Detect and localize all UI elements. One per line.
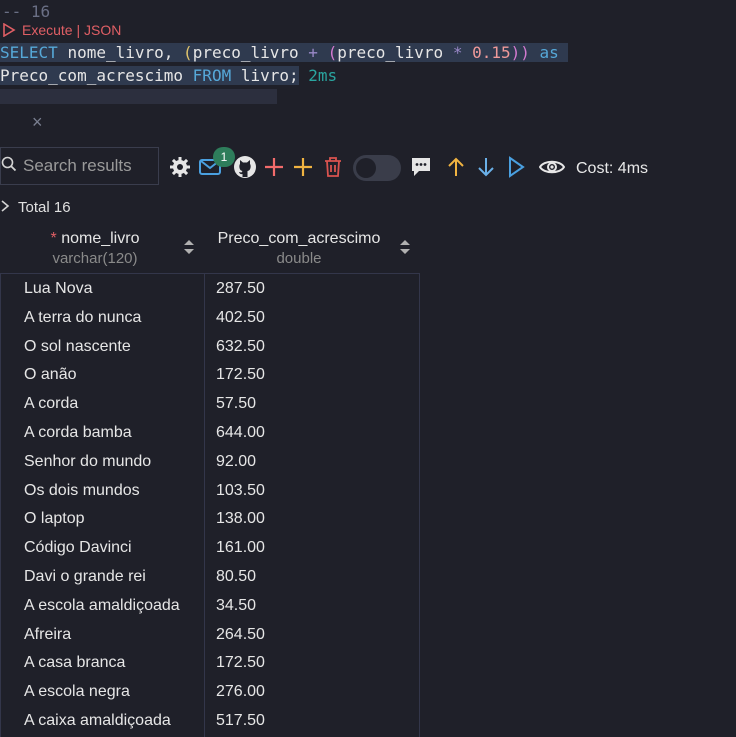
cell-nome-livro[interactable]: A casa branca [24,654,125,672]
table-row[interactable]: Código Davinci 161.00 [1,533,421,562]
close-icon[interactable]: × [32,112,43,133]
arrow-down-icon[interactable] [474,155,498,179]
table-row[interactable]: Os dois mundos 103.50 [1,476,421,505]
cell-nome-livro[interactable]: Código Davinci [24,539,132,557]
table-row[interactable]: A casa branca 172.50 [1,648,421,677]
notification-badge: 1 [213,147,235,167]
cell-preco[interactable]: 287.50 [216,280,265,298]
arrow-up-icon[interactable] [444,155,468,179]
cell-nome-livro[interactable]: A corda bamba [24,424,132,442]
cell-nome-livro[interactable]: O sol nascente [24,338,131,356]
cell-preco[interactable]: 103.50 [216,482,265,500]
cell-preco[interactable]: 276.00 [216,683,265,701]
result-count-comment: -- 16 [2,2,51,21]
table-row[interactable]: A escola negra 276.00 [1,677,421,706]
cell-preco[interactable]: 172.50 [216,366,265,384]
required-marker: * [50,230,57,247]
query-duration: 2ms [308,66,338,85]
run-icon[interactable] [504,155,528,179]
cell-nome-livro[interactable]: Lua Nova [24,280,93,298]
execute-json-link[interactable]: Execute | JSON [22,22,121,38]
comment-icon[interactable] [409,155,433,179]
play-icon [2,23,16,37]
total-row[interactable]: Total 16 [0,199,71,216]
cell-preco[interactable]: 80.50 [216,568,256,586]
cell-preco[interactable]: 57.50 [216,395,256,413]
plus-yellow-icon[interactable] [291,155,315,179]
cell-nome-livro[interactable]: A escola amaldiçoada [24,597,180,615]
cell-preco[interactable]: 517.50 [216,712,265,730]
sort-icon[interactable] [183,238,195,261]
column-type: varchar(120) [52,250,138,267]
table-row[interactable]: A corda bamba 644.00 [1,418,421,447]
table-row[interactable]: A escola amaldiçoada 34.50 [1,591,421,620]
cell-nome-livro[interactable]: Senhor do mundo [24,453,151,471]
query-line-1[interactable]: SELECT nome_livro, (preco_livro + (preco… [0,42,569,64]
table-header: * nome_livro varchar(120) Preco_com_acre… [0,227,420,273]
table-row[interactable]: A corda 57.50 [1,389,421,418]
cell-nome-livro[interactable]: Os dois mundos [24,482,140,500]
total-label: Total 16 [18,199,71,216]
query-line-2[interactable]: Preco_com_acrescimo FROM livro; 2ms [0,65,337,87]
cell-nome-livro[interactable]: A caixa amaldiçoada [24,712,171,730]
cell-preco[interactable]: 138.00 [216,510,265,528]
cell-nome-livro[interactable]: O laptop [24,510,84,528]
table-row[interactable]: O anão 172.50 [1,360,421,389]
cell-nome-livro[interactable]: O anão [24,366,76,384]
eye-icon[interactable] [538,155,566,179]
cell-preco[interactable]: 161.00 [216,539,265,557]
cell-nome-livro[interactable]: A corda [24,395,78,413]
cell-preco[interactable]: 172.50 [216,654,265,672]
sort-icon[interactable] [399,238,411,261]
table-row[interactable]: O laptop 138.00 [1,504,421,533]
table-row[interactable]: Senhor do mundo 92.00 [1,447,421,476]
column-header-nome-livro[interactable]: * nome_livro varchar(120) [0,230,190,267]
results-table: Lua Nova 287.50 A terra do nunca 402.50 O … [0,273,420,737]
cell-nome-livro[interactable]: A escola negra [24,683,130,701]
table-row[interactable]: A terra do nunca 402.50 [1,303,421,332]
search-input[interactable] [21,155,155,177]
table-row[interactable]: A caixa amaldiçoada 517.50 [1,706,421,735]
search-icon [1,156,17,177]
toggle-switch[interactable] [353,155,401,181]
cell-preco[interactable]: 402.50 [216,309,265,327]
table-row[interactable]: Lua Nova 287.50 [1,274,421,303]
cost-label: Cost: 4ms [576,160,649,177]
cell-nome-livro[interactable]: Afreira [24,626,71,644]
table-row[interactable]: Davi o grande rei 80.50 [1,562,421,591]
plus-red-icon[interactable] [262,155,286,179]
cell-preco[interactable]: 92.00 [216,453,256,471]
cell-nome-livro[interactable]: Davi o grande rei [24,568,146,586]
cell-preco[interactable]: 644.00 [216,424,265,442]
column-type: double [276,250,322,267]
selection-highlight [0,89,277,104]
chevron-right-icon[interactable] [0,199,10,216]
trash-icon[interactable] [321,155,345,179]
github-icon[interactable] [233,155,257,179]
gear-icon[interactable] [168,155,192,179]
execute-codelens[interactable]: Execute | JSON [2,22,121,38]
search-box[interactable] [0,147,159,185]
column-header-preco[interactable]: Preco_com_acrescimo double [204,230,394,267]
cell-preco[interactable]: 264.50 [216,626,265,644]
table-row[interactable]: Afreira 264.50 [1,620,421,649]
cell-preco[interactable]: 632.50 [216,338,265,356]
table-row[interactable]: O sol nascente 632.50 [1,332,421,361]
cell-preco[interactable]: 34.50 [216,597,256,615]
cell-nome-livro[interactable]: A terra do nunca [24,309,141,327]
